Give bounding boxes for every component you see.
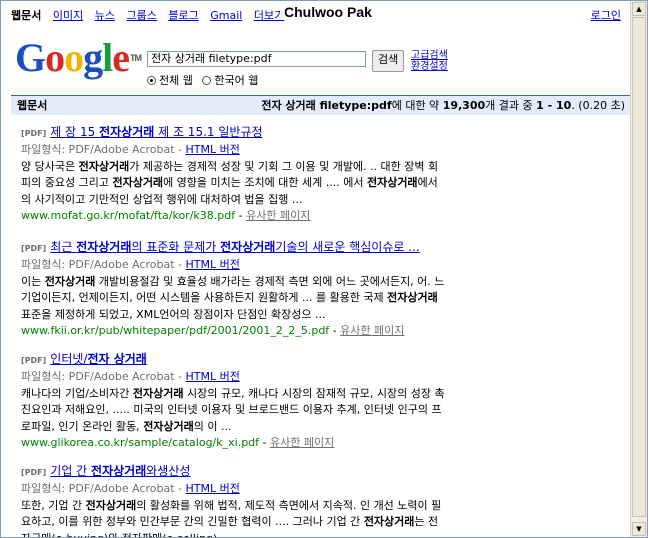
- result-title-link[interactable]: 최근 전자상거래의 표준화 문제가 전자상거래기술의 새로운 핵심이슈로 ...: [50, 240, 419, 254]
- google-logo[interactable]: GoogleTM: [15, 35, 142, 80]
- html-version-link[interactable]: HTML 버전: [186, 370, 240, 383]
- result-snippet: 요하고, 이를 위한 정부와 민간부문 간의 긴밀한 협력이 .... 그러나 …: [21, 515, 439, 529]
- result-bar-label: 웹문서: [17, 99, 48, 112]
- advanced-links: 고급검색 환경설정: [411, 50, 448, 72]
- result-url-line: www.mofat.go.kr/mofat/fta/kor/k38.pdf - …: [21, 209, 311, 223]
- radio-all-web-label: 전체 웹: [159, 74, 193, 87]
- nav-more[interactable]: 더보기: [254, 9, 284, 22]
- preferences-link[interactable]: 환경설정: [411, 61, 448, 72]
- search-result: [PDF] 제 장 15 전자상거래 제 조 15.1 일반규정파일형식: PDF…: [21, 124, 631, 224]
- similar-pages-link[interactable]: 유사한 페이지: [270, 436, 334, 449]
- nav-web: 웹문서: [11, 9, 42, 22]
- scroll-thumb[interactable]: [632, 17, 646, 517]
- pdf-tag: [PDF]: [21, 129, 47, 138]
- nav-gmail[interactable]: Gmail: [210, 9, 242, 22]
- nav-groups[interactable]: 그룹스: [127, 9, 157, 22]
- advanced-search-link[interactable]: 고급검색: [411, 50, 448, 61]
- scroll-up-icon[interactable]: ▲: [632, 2, 646, 16]
- result-snippet: 양 당사국은 전자상거래가 제공하는 경제적 성장 및 기회 그 이용 및 개발…: [21, 159, 439, 173]
- nav-news[interactable]: 뉴스: [95, 9, 115, 22]
- nav-blog[interactable]: 블로그: [168, 9, 198, 22]
- logo-letter: g: [83, 35, 103, 80]
- top-nav: 웹문서 이미지 뉴스 그룹스 블로그 Gmail 더보기: [11, 7, 284, 23]
- search-result: [PDF] 기업 간 전자상거래와생산성파일형식: PDF/Adobe Acrob…: [21, 463, 631, 537]
- result-snippet: 로파일, 인기 온라인 활동, 전자상거래의 이 ...: [21, 419, 232, 433]
- page-content: 웹문서 이미지 뉴스 그룹스 블로그 Gmail 더보기 Chulwoo Pak…: [1, 1, 631, 537]
- file-type: 파일형식: PDF/Adobe Acrobat - HTML 버전: [21, 143, 240, 157]
- html-version-link[interactable]: HTML 버전: [186, 482, 240, 495]
- pdf-tag: [PDF]: [21, 244, 47, 253]
- result-stats: 전자 상거래 filetype:pdf에 대한 약 19,300개 결과 중 1…: [261, 99, 625, 112]
- result-snippet: 표준을 제정하게 되었고, XML언어의 장점이자 단점인 확장성으 ...: [21, 307, 326, 321]
- file-type: 파일형식: PDF/Adobe Acrobat - HTML 버전: [21, 370, 240, 384]
- result-snippet: 의 사기적이고 기만적인 상업적 행위에 대처하여 법을 집행 ...: [21, 192, 303, 206]
- file-type: 파일형식: PDF/Adobe Acrobat - HTML 버전: [21, 482, 240, 496]
- search-result: [PDF] 최근 전자상거래의 표준화 문제가 전자상거래기술의 새로운 핵심이슈…: [21, 239, 631, 339]
- result-snippet: 피의 중요성 그리고 전자상거래에 영향을 미치는 조치에 대한 세계 ....…: [21, 176, 438, 190]
- search-button[interactable]: 검색: [372, 50, 405, 72]
- browser-frame: 웹문서 이미지 뉴스 그룹스 블로그 Gmail 더보기 Chulwoo Pak…: [0, 0, 648, 538]
- pdf-tag: [PDF]: [21, 468, 47, 477]
- result-snippet: 이는 전자상거래 개발비용절감 및 효율성 배가라는 경제적 측면 외에 어느 …: [21, 274, 445, 288]
- radio-korean-web-label: 한국어 웹: [214, 74, 259, 87]
- search-input[interactable]: 전자 상거래 filetype:pdf: [147, 51, 366, 67]
- radio-korean-web[interactable]: [202, 76, 212, 85]
- overlay-title: Chulwoo Pak: [282, 4, 374, 20]
- html-version-link[interactable]: HTML 버전: [186, 143, 240, 156]
- result-url-line: www.fkii.or.kr/pub/whitepaper/pdf/2001/2…: [21, 324, 405, 338]
- result-title-link[interactable]: 기업 간 전자상거래와생산성: [50, 464, 190, 478]
- nav-images[interactable]: 이미지: [53, 9, 83, 22]
- result-snippet: 자구매(e-buying)와 전자판매(e-selling)...: [21, 531, 631, 537]
- similar-pages-link[interactable]: 유사한 페이지: [246, 209, 310, 222]
- result-url: www.glikorea.co.kr/sample/catalog/k_xi.p…: [21, 436, 260, 450]
- logo-letter: o: [64, 35, 84, 80]
- result-snippet: 진요인과 저해요인, ..... 미국의 인터넷 이용자 및 브로드밴드 이용자…: [21, 403, 442, 417]
- logo-letter: l: [102, 35, 113, 80]
- scroll-down-icon[interactable]: ▼: [632, 522, 646, 536]
- result-title-link[interactable]: 제 장 15 전자상거래 제 조 15.1 일반규정: [50, 125, 262, 139]
- result-url: www.fkii.or.kr/pub/whitepaper/pdf/2001/2…: [21, 324, 330, 338]
- similar-pages-link[interactable]: 유사한 페이지: [340, 324, 404, 337]
- logo-letter: e: [112, 35, 130, 80]
- search-scope: 전체 웹 한국어 웹: [147, 72, 258, 88]
- result-url: www.mofat.go.kr/mofat/fta/kor/k38.pdf: [21, 209, 236, 223]
- logo-letter: G: [15, 35, 46, 80]
- search-result: [PDF] 인터넷/전자 상거래파일형식: PDF/Adobe Acrobat -…: [21, 351, 631, 451]
- result-snippet: 캐나다의 기업/소비자간 전자상거래 시장의 규모, 캐나다 시장의 잠재적 규…: [21, 386, 445, 400]
- radio-all-web[interactable]: [147, 76, 156, 85]
- pdf-tag: [PDF]: [21, 356, 47, 365]
- logo-letter: o: [45, 35, 65, 80]
- file-type: 파일형식: PDF/Adobe Acrobat - HTML 버전: [21, 258, 240, 272]
- logo-tm: TM: [130, 53, 142, 63]
- result-snippet: 또한, 기업 간 전자상거래의 활성화를 위해 법적, 제도적 측면에서 지속적…: [21, 498, 442, 512]
- vertical-scrollbar[interactable]: ▲ ▼: [630, 1, 647, 537]
- html-version-link[interactable]: HTML 버전: [186, 258, 240, 271]
- result-snippet: 기업이든지, 언제이든지, 어떤 시스템을 사용하든지 원활하게 ... 를 활…: [21, 291, 438, 305]
- result-title-link[interactable]: 인터넷/전자 상거래: [50, 352, 147, 366]
- login-link[interactable]: 로그인: [591, 7, 621, 23]
- result-url-line: www.glikorea.co.kr/sample/catalog/k_xi.p…: [21, 436, 335, 450]
- result-stats-bar: 웹문서 전자 상거래 filetype:pdf에 대한 약 19,300개 결과…: [11, 95, 631, 115]
